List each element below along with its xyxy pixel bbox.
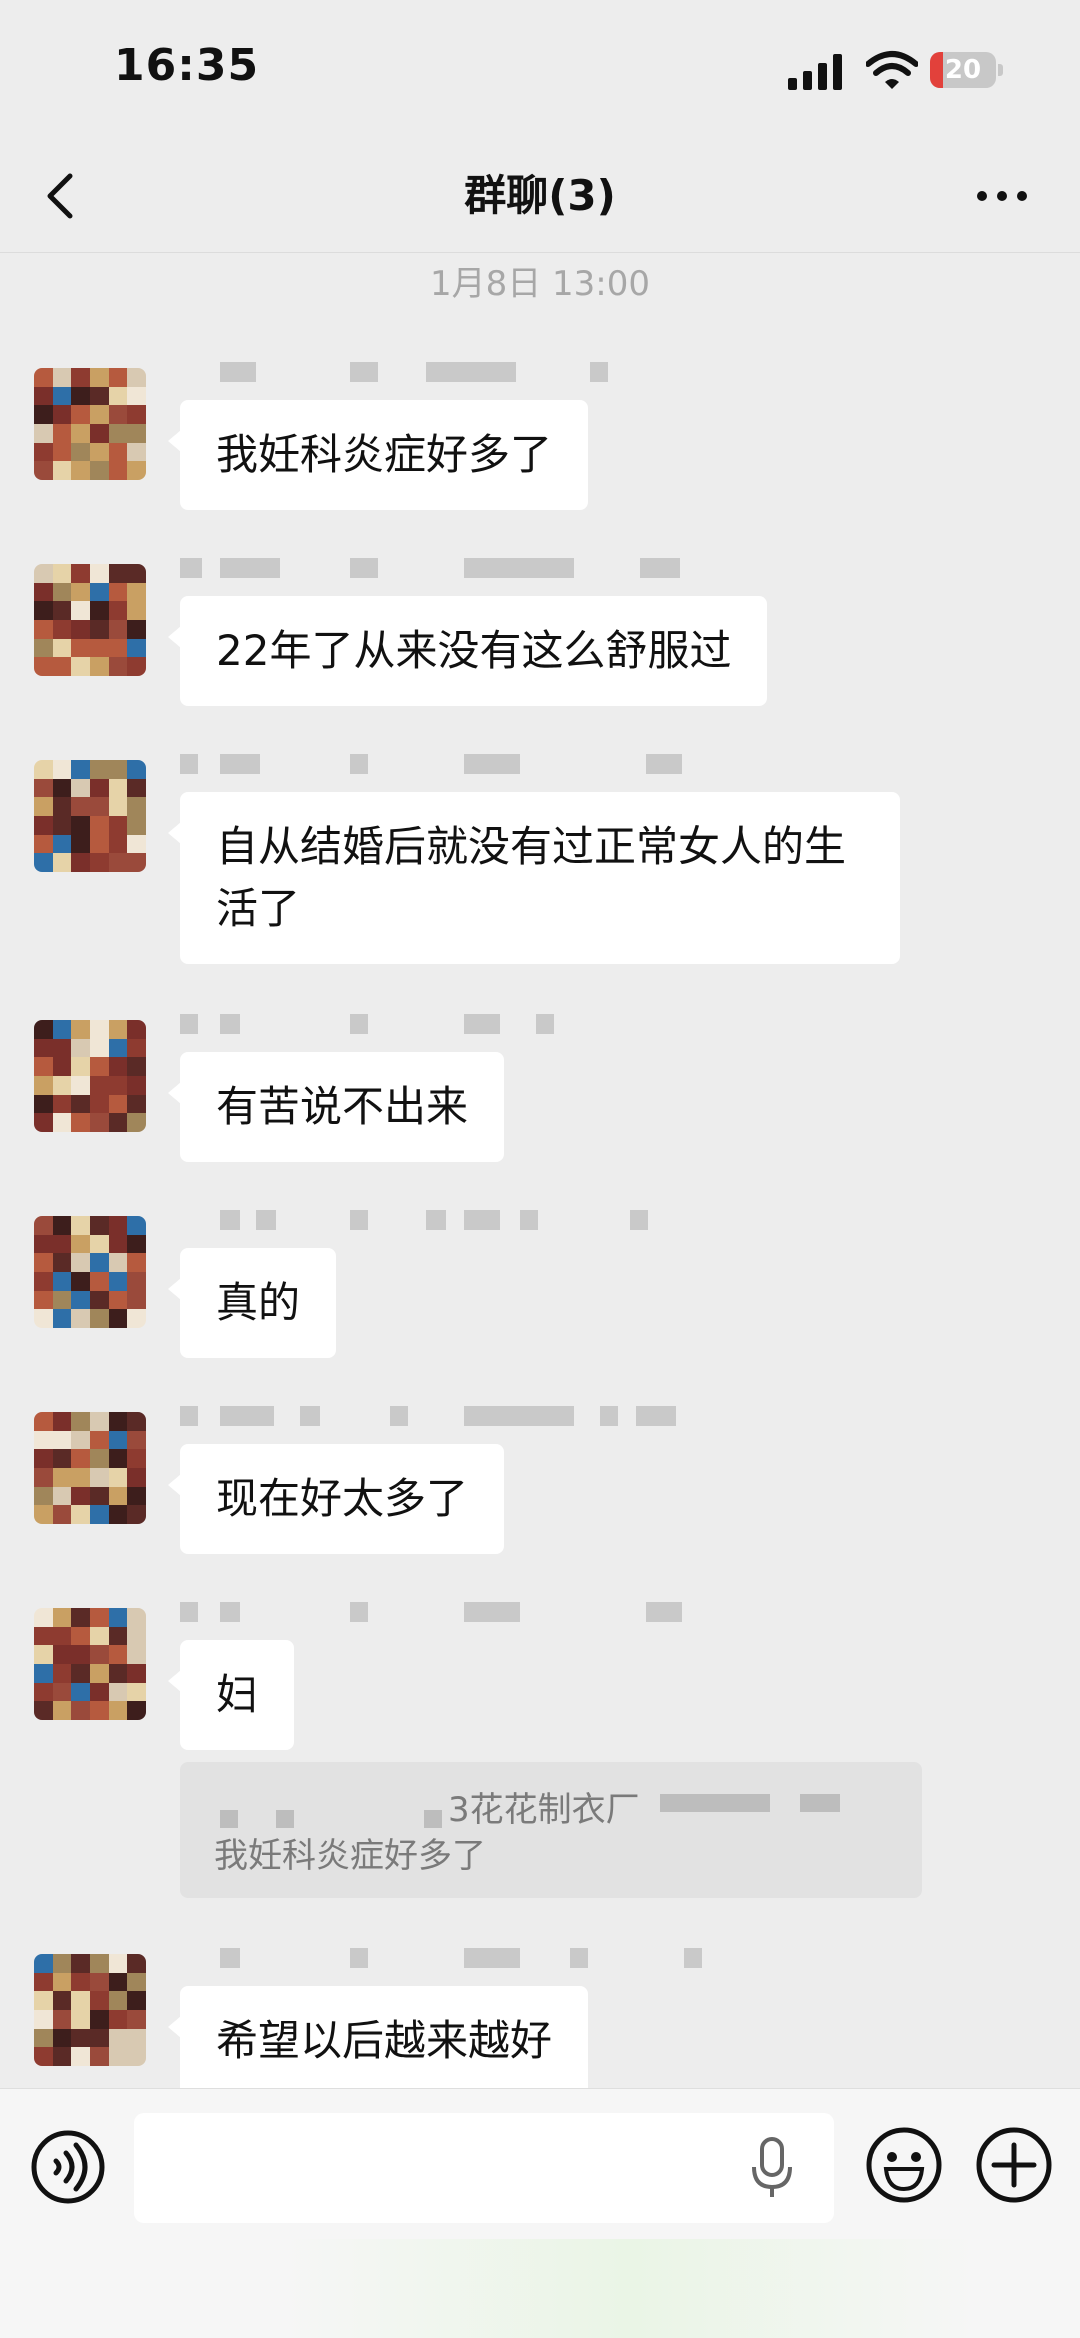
chat-timestamp: 1月8日 13:00: [429, 264, 651, 304]
microphone-icon[interactable]: [750, 2137, 794, 2199]
avatar[interactable]: [34, 368, 146, 480]
wifi-icon: [866, 51, 918, 89]
status-time: 16:35: [114, 40, 260, 91]
emoji-icon[interactable]: [864, 2125, 944, 2205]
plus-icon[interactable]: [974, 2125, 1054, 2205]
avatar[interactable]: [34, 760, 146, 872]
nav-bar: 群聊(3): [0, 140, 1080, 253]
message-bubble[interactable]: 希望以后越来越好: [167, 1986, 589, 2096]
message-input[interactable]: [134, 2113, 834, 2223]
message-bubble[interactable]: 22年了从来没有这么舒服过: [167, 596, 768, 706]
message-bubble[interactable]: 自从结婚后就没有过正常女人的生活了: [168, 792, 900, 964]
message-bubble[interactable]: 妇: [167, 1640, 295, 1750]
more-dots-icon[interactable]: [974, 178, 1030, 214]
message-bubble[interactable]: 有苦说不出来: [167, 1052, 505, 1162]
back-chevron-icon[interactable]: [40, 162, 80, 230]
avatar[interactable]: [34, 1020, 146, 1132]
avatar[interactable]: [34, 1412, 146, 1524]
avatar[interactable]: [34, 1216, 146, 1328]
quote-sender: 3花花制衣厂: [448, 1790, 640, 1830]
input-bar: [0, 2088, 1080, 2338]
quoted-message[interactable]: 3花花制衣厂 我妊科炎症好多了: [180, 1762, 922, 1898]
quote-text: 我妊科炎症好多了: [214, 1836, 486, 1876]
message-bubble[interactable]: 我妊科炎症好多了: [167, 400, 589, 510]
battery-level: 20: [944, 55, 982, 85]
status-bar: 16:35 20: [0, 0, 1080, 140]
voice-icon[interactable]: [28, 2127, 108, 2207]
signal-icon: [788, 54, 842, 90]
avatar[interactable]: [34, 564, 146, 676]
avatar[interactable]: [34, 1608, 146, 1720]
avatar[interactable]: [34, 1954, 146, 2066]
message-bubble[interactable]: 现在好太多了: [167, 1444, 505, 1554]
message-bubble[interactable]: 真的: [167, 1248, 337, 1358]
page-title: 群聊(3): [464, 171, 616, 220]
battery-icon: 20: [930, 52, 1004, 88]
